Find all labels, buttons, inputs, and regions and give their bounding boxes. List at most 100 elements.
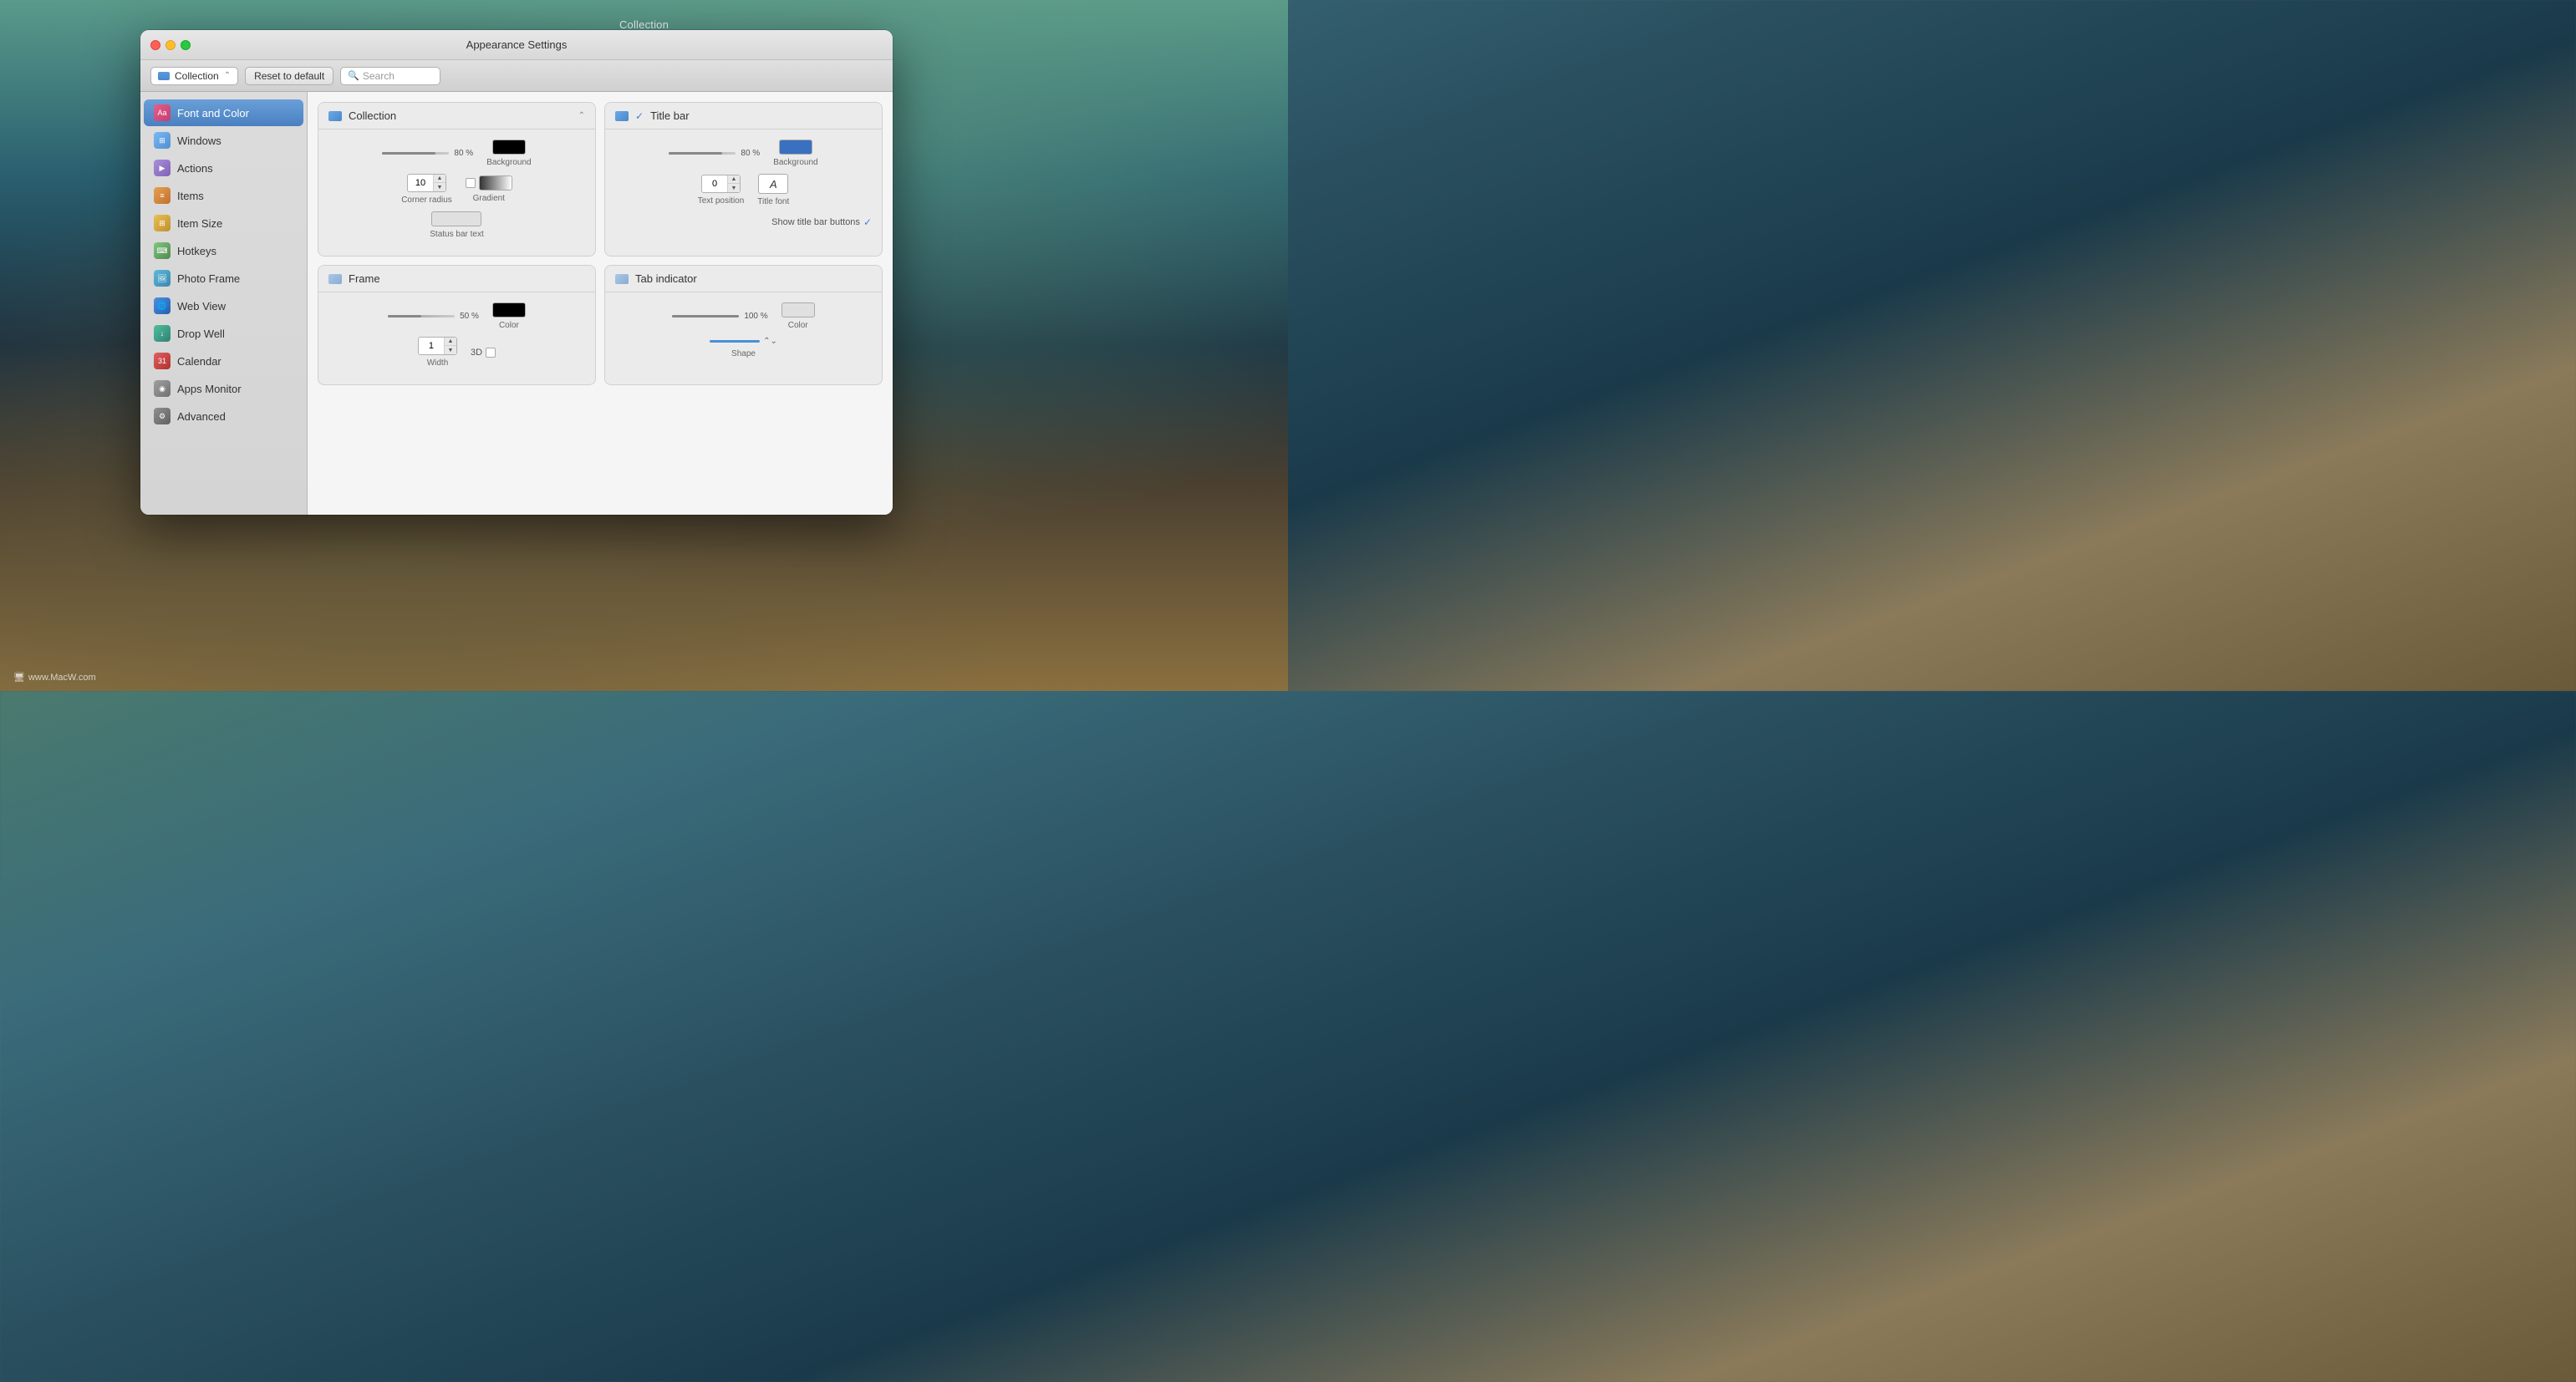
collection-gradient-group: Gradient [466, 175, 512, 203]
search-field[interactable]: 🔍 Search [340, 67, 440, 85]
watermark-icon: 🖥 [13, 672, 25, 683]
title-bar-pos-down-btn[interactable]: ▼ [728, 184, 740, 192]
tab-indicator-section-header[interactable]: Tab indicator [605, 266, 882, 292]
advanced-icon: ⚙ [154, 408, 171, 424]
tab-shape-row: ⌃⌄ Shape [615, 337, 872, 358]
frame-width-down-btn[interactable]: ▼ [445, 346, 456, 354]
shape-chevrons-icon: ⌃⌄ [763, 337, 777, 346]
toolbar: Collection ⌃ Reset to default 🔍 Search [140, 60, 893, 92]
collection-corner-radius-label: Corner radius [401, 196, 452, 205]
frame-3d-group: 3D [471, 348, 496, 358]
collection-background-label: Background [486, 158, 531, 167]
title-bar-background-label: Background [773, 158, 817, 167]
tab-color-swatch[interactable] [781, 302, 815, 318]
title-bar-font-button[interactable]: A [758, 174, 788, 194]
web-view-icon: 🌐 [154, 297, 171, 314]
sidebar-label-apps-monitor: Apps Monitor [177, 383, 242, 395]
sidebar-item-apps-monitor[interactable]: ◉ Apps Monitor [144, 375, 303, 402]
frame-width-spinner[interactable]: 1 ▲ ▼ [418, 337, 457, 355]
frame-section-body: 50 % Color 1 ▲ [318, 292, 595, 384]
apps-monitor-icon: ◉ [154, 380, 171, 397]
collection-corner-radius-spinner[interactable]: 10 ▲ ▼ [407, 174, 446, 192]
collection-background-swatch[interactable] [492, 140, 526, 155]
sidebar-item-web-view[interactable]: 🌐 Web View [144, 292, 303, 319]
sidebar-item-font-and-color[interactable]: Aa Font and Color [144, 99, 303, 126]
title-bar-opacity-pct: 80 % [741, 149, 760, 158]
title-bar-section-header[interactable]: ✓ Title bar [605, 103, 882, 130]
frame-opacity-fill [388, 315, 421, 318]
title-bar-opacity-track[interactable] [669, 152, 736, 155]
sidebar-item-drop-well[interactable]: ↓ Drop Well [144, 320, 303, 347]
minimize-button[interactable] [165, 40, 176, 50]
sidebar-item-calendar[interactable]: 31 Calendar [144, 348, 303, 374]
collection-dropdown[interactable]: Collection ⌃ [150, 67, 238, 85]
collection-status-bar-swatch[interactable] [431, 211, 481, 226]
frame-section-icon [328, 274, 342, 284]
bottom-spacer [318, 394, 883, 427]
frame-opacity-row: 50 % Color [328, 302, 585, 330]
tab-indicator-section-icon [615, 274, 629, 284]
frame-3d-checkbox[interactable] [486, 348, 496, 358]
frame-spinner-buttons[interactable]: ▲ ▼ [444, 338, 456, 354]
collection-gradient-swatch[interactable] [479, 175, 512, 191]
tab-shape-slider[interactable] [710, 340, 760, 343]
sidebar-item-hotkeys[interactable]: ⌨ Hotkeys [144, 237, 303, 264]
tab-color-group: Color [781, 302, 815, 330]
frame-width-up-btn[interactable]: ▲ [445, 338, 456, 346]
main-content: Collection ⌃ 80 % Ba [308, 92, 893, 515]
watermark-text: www.MacW.com [28, 673, 96, 683]
tab-opacity-pct: 100 % [744, 312, 767, 321]
sidebar-item-photo-frame[interactable]: 🖼 Photo Frame [144, 265, 303, 292]
sidebar-item-item-size[interactable]: ⊞ Item Size [144, 210, 303, 236]
sidebar-label-advanced: Advanced [177, 410, 226, 423]
photo-frame-icon: 🖼 [154, 270, 171, 287]
frame-color-swatch[interactable] [492, 302, 526, 318]
frame-opacity-track[interactable] [388, 315, 455, 318]
close-button[interactable] [150, 40, 160, 50]
collection-chevron-icon: ⌃ [578, 111, 585, 120]
title-bar-text-position-value: 0 [702, 177, 727, 191]
reset-to-default-button[interactable]: Reset to default [245, 67, 333, 85]
collection-gradient-checkbox[interactable] [466, 178, 476, 188]
collection-card: Collection ⌃ 80 % Ba [318, 102, 596, 257]
sidebar-label-item-size: Item Size [177, 217, 222, 230]
collection-opacity-slider-container: 80 % [382, 149, 473, 158]
tab-indicator-section-body: 100 % Color ⌃⌄ [605, 292, 882, 375]
collection-status-bar-group: Status bar text [430, 211, 483, 239]
title-bar-text-position-spinner[interactable]: 0 ▲ ▼ [701, 175, 741, 193]
sidebar-item-windows[interactable]: ⊞ Windows [144, 127, 303, 154]
title-bar-background-swatch[interactable] [779, 140, 812, 155]
tab-opacity-track[interactable] [672, 315, 739, 318]
show-title-bar-check[interactable]: ✓ [863, 216, 872, 228]
collection-corner-spinner-buttons[interactable]: ▲ ▼ [433, 175, 445, 191]
title-bar-font-label: Title font [757, 197, 789, 206]
sidebar-item-actions[interactable]: ▶ Actions [144, 155, 303, 181]
sidebar-label-web-view: Web View [177, 300, 226, 312]
app-window: Appearance Settings Collection ⌃ Reset t… [140, 30, 893, 515]
item-size-icon: ⊞ [154, 215, 171, 231]
maximize-button[interactable] [181, 40, 191, 50]
frame-card: Frame 50 % Color [318, 265, 596, 385]
frame-width-row: 1 ▲ ▼ Width 3D [328, 337, 585, 368]
collection-background-group: Background [486, 140, 531, 167]
tab-indicator-section-title: Tab indicator [635, 272, 872, 285]
content-area: Aa Font and Color ⊞ Windows ▶ Actions ≡ [140, 92, 893, 515]
sidebar-label-items: Items [177, 190, 204, 202]
app-title: Appearance Settings [466, 38, 568, 51]
frame-section-title: Frame [349, 272, 585, 285]
chevron-up-down-icon: ⌃ [224, 71, 231, 80]
sidebar-item-advanced[interactable]: ⚙ Advanced [144, 403, 303, 429]
search-placeholder: Search [363, 70, 395, 82]
title-bar-spinner-buttons[interactable]: ▲ ▼ [727, 175, 740, 192]
drop-well-icon: ↓ [154, 325, 171, 342]
title-bar-background-group: Background [773, 140, 817, 167]
collection-corner-down-btn[interactable]: ▼ [434, 183, 445, 191]
collection-corner-up-btn[interactable]: ▲ [434, 175, 445, 183]
title-bar-controls-row: 0 ▲ ▼ Text position A [615, 174, 872, 206]
sidebar-item-items[interactable]: ≡ Items [144, 182, 303, 209]
title-bar-section-title: Title bar [650, 109, 872, 122]
collection-opacity-track[interactable] [382, 152, 449, 155]
frame-section-header[interactable]: Frame [318, 266, 595, 292]
collection-section-header[interactable]: Collection ⌃ [318, 103, 595, 130]
title-bar-pos-up-btn[interactable]: ▲ [728, 175, 740, 184]
